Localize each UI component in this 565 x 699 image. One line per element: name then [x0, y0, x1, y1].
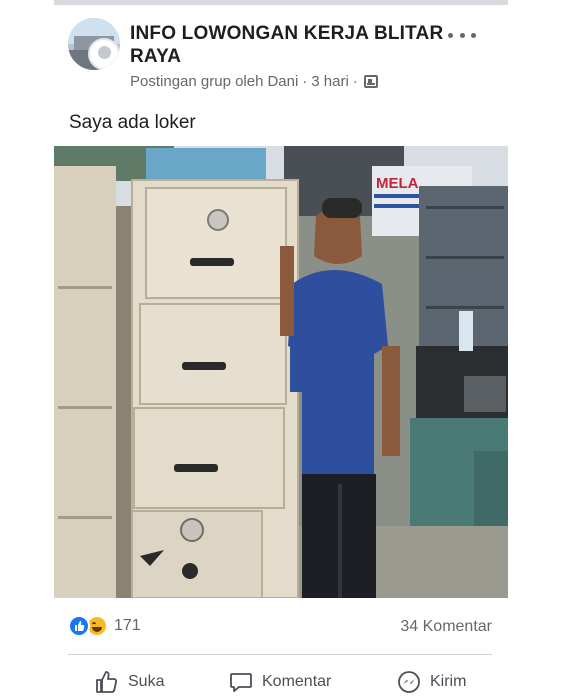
group-avatar[interactable] [68, 18, 120, 70]
group-privacy-icon [363, 75, 378, 88]
messenger-icon [398, 671, 420, 693]
comment-button[interactable]: Komentar [228, 665, 331, 699]
like-button[interactable]: Suka [94, 665, 164, 699]
post-text: Saya ada loker [69, 112, 196, 133]
share-button[interactable]: Kirim [396, 665, 466, 699]
comment-button-label: Komentar [262, 673, 332, 690]
post-photo[interactable]: MELA [54, 146, 508, 598]
thumbs-up-icon [96, 671, 118, 693]
like-button-label: Suka [128, 673, 165, 690]
post-type-label: Postingan grup oleh [130, 73, 264, 90]
comment-count-link[interactable]: 34 Komentar [400, 618, 492, 636]
meta-separator: · [352, 73, 358, 90]
reaction-count: 171 [114, 617, 141, 634]
post-timestamp[interactable]: 3 hari [311, 73, 349, 90]
share-button-label: Kirim [430, 673, 467, 690]
actions-divider [68, 654, 492, 655]
author-name-link[interactable]: Dani [267, 73, 298, 90]
comment-bubble-icon [230, 673, 252, 692]
post-actions: Suka Komentar Kirim [54, 665, 508, 699]
more-options-icon[interactable] [448, 28, 476, 42]
group-name-link[interactable]: INFO LOWONGAN KERJA BLITAR RAYA [130, 22, 450, 68]
meta-separator: · [302, 73, 308, 90]
post-header: INFO LOWONGAN KERJA BLITAR RAYA Postinga… [68, 18, 498, 98]
like-reaction-icon [68, 615, 90, 637]
top-divider-bar [54, 0, 508, 5]
author-profile-badge [88, 38, 120, 70]
post-meta: Postingan grup oleh Dani · 3 hari · [130, 73, 378, 90]
reaction-summary[interactable]: 171 [68, 615, 141, 637]
photo-sign-text: MELA [376, 175, 419, 192]
